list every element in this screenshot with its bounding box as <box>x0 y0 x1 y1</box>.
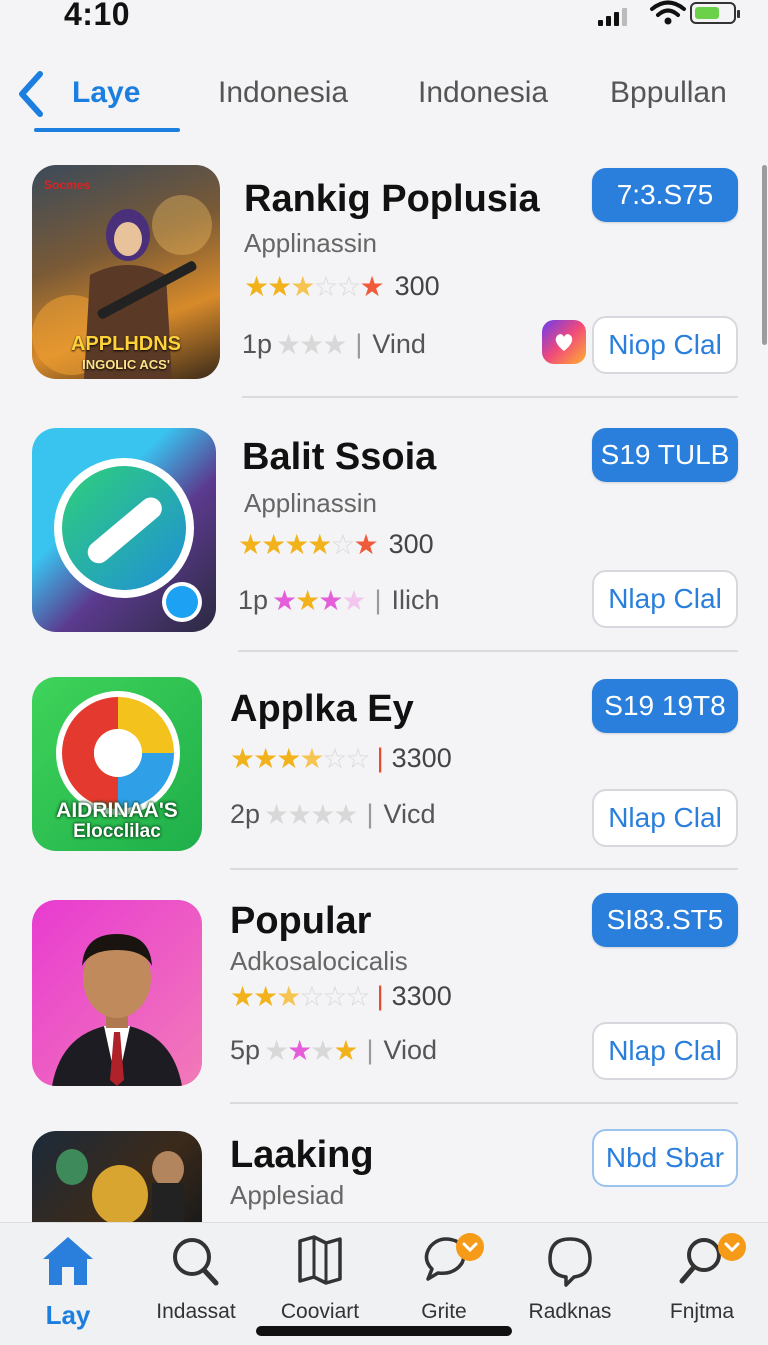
rating-count: 3300 <box>391 981 452 1011</box>
chevron-left-icon[interactable] <box>12 66 52 122</box>
app-badge-icon <box>542 320 586 364</box>
star-rating-icon: ★★★★☆☆ <box>230 743 371 774</box>
active-tab-indicator <box>34 128 180 132</box>
meta-text: Ilich <box>391 585 440 615</box>
status-time: 4:10 <box>64 0 131 32</box>
star-rating-icon: ★★★☆☆☆ <box>230 981 371 1012</box>
price-button[interactable]: S19 TULB <box>592 428 738 482</box>
search-icon <box>173 1238 219 1286</box>
price-button[interactable]: 7:3.S75 <box>592 168 738 222</box>
bubble-icon <box>548 1237 592 1287</box>
meta-text: Vicd <box>383 799 436 829</box>
action-button[interactable]: Niop Clal <box>592 316 738 374</box>
app-icon <box>32 900 202 1086</box>
nav-item-radknas[interactable]: Radknas <box>506 1233 634 1324</box>
app-subtitle: Applinassin <box>244 488 377 518</box>
star-rating-icon: ★★★★ <box>272 585 366 616</box>
rating-count: 3300 <box>391 743 452 773</box>
star-rating-icon: ★★★☆☆★ <box>244 271 385 302</box>
star-rating-icon: ★★★★ <box>264 799 358 830</box>
app-rating: ★★★☆☆☆ | 3300 <box>230 981 452 1012</box>
cellular-signal-icon <box>598 6 627 26</box>
divider <box>230 1102 738 1104</box>
app-meta: 2p ★★★★ | Vicd <box>230 799 436 830</box>
category-tabs: Laye Indonesia Indonesia Bppullan <box>0 60 768 140</box>
nav-label: Lay <box>45 1300 91 1330</box>
app-rating: ★★★★☆☆ | 3300 <box>230 743 452 774</box>
nav-item-lay[interactable]: Lay <box>4 1233 132 1331</box>
app-title[interactable]: Applka Ey <box>230 688 414 731</box>
app-icon: Socmes APPLHDNS INGOLIC ACS' <box>32 165 220 379</box>
app-subtitle: Applinassin <box>244 228 377 258</box>
star-rating-icon: ★★★★ <box>264 1035 358 1066</box>
nav-label: Cooviart <box>280 1300 360 1323</box>
svg-text:Socmes: Socmes <box>44 178 90 192</box>
divider <box>230 868 738 870</box>
characters-illustration-icon <box>56 1149 184 1223</box>
wifi-icon <box>650 0 686 25</box>
status-bar: 4:10 <box>0 0 768 40</box>
meta-text: Vind <box>372 329 426 359</box>
nav-label: Grite <box>421 1300 467 1323</box>
price-button[interactable]: SI83.ST5 <box>592 893 738 947</box>
action-button[interactable]: Nlap Clal <box>592 570 738 628</box>
meta-prefix: 1p <box>238 585 269 615</box>
nav-item-cooviart[interactable]: Cooviart <box>256 1233 384 1324</box>
action-button[interactable]: Nlap Clal <box>592 789 738 847</box>
rating-count: 300 <box>394 271 440 301</box>
app-icon-subcaption: Elocclilac <box>73 821 161 842</box>
tab-bppullan[interactable]: Bppullan <box>610 76 727 110</box>
nav-label: Radknas <box>528 1300 612 1323</box>
tab-indonesia-1[interactable]: Indonesia <box>218 76 348 110</box>
meta-prefix: 2p <box>230 799 261 829</box>
divider <box>238 650 738 652</box>
meta-prefix: 1p <box>242 329 273 359</box>
nav-item-fnjtma[interactable]: Fnjtma <box>638 1233 766 1324</box>
app-icon: AIDRINAA'S Elocclilac <box>32 677 202 851</box>
app-subtitle: Adkosalocicalis <box>230 946 408 976</box>
app-rating: ★★★☆☆★ 300 <box>244 270 440 303</box>
map-icon <box>298 1235 342 1285</box>
notification-badge-icon <box>456 1233 484 1261</box>
app-rating: ★★★★☆★ 300 <box>238 528 434 561</box>
notification-badge-icon <box>718 1233 746 1261</box>
app-title[interactable]: Laaking <box>230 1134 374 1177</box>
home-indicator[interactable] <box>256 1326 512 1336</box>
person-portrait-icon <box>52 934 182 1086</box>
pencil-icon <box>54 458 202 622</box>
app-title[interactable]: Rankig Poplusia <box>244 178 540 221</box>
app-meta: 5p ★★★★ | Viod <box>230 1035 438 1066</box>
rating-count: 300 <box>388 529 434 559</box>
meta-text: Viod <box>383 1035 438 1065</box>
home-icon <box>43 1237 93 1285</box>
app-icon-caption: AIDRINAA'S <box>56 799 178 822</box>
app-icon-caption: APPLHDNS <box>70 333 181 355</box>
tab-laye[interactable]: Laye <box>72 76 140 110</box>
app-icon <box>32 1131 202 1223</box>
action-button[interactable]: Nbd Sbar <box>592 1129 738 1187</box>
app-meta: 1p ★★★★ | Ilich <box>238 585 440 616</box>
price-button[interactable]: S19 19T8 <box>592 679 738 733</box>
app-subtitle: Applesiad <box>230 1180 345 1210</box>
star-rating-icon: ★★★ <box>276 329 347 360</box>
meta-prefix: 5p <box>230 1035 261 1065</box>
battery-icon <box>690 2 740 24</box>
action-button[interactable]: Nlap Clal <box>592 1022 738 1080</box>
app-icon <box>32 428 216 632</box>
star-rating-icon: ★★★★☆★ <box>238 529 379 560</box>
app-title[interactable]: Popular <box>230 900 371 943</box>
scrollbar[interactable] <box>762 165 767 345</box>
nav-label: Indassat <box>156 1300 236 1323</box>
nav-label: Fnjtma <box>669 1300 735 1323</box>
nav-item-grite[interactable]: Grite <box>380 1233 508 1324</box>
app-meta: 1p ★★★ | Vind <box>242 329 426 360</box>
app-title[interactable]: Balit Ssoia <box>242 436 436 479</box>
tab-indonesia-2[interactable]: Indonesia <box>418 76 548 110</box>
divider <box>242 396 738 398</box>
nav-item-indassat[interactable]: Indassat <box>132 1233 260 1324</box>
app-icon-subcaption: INGOLIC ACS' <box>82 357 170 372</box>
